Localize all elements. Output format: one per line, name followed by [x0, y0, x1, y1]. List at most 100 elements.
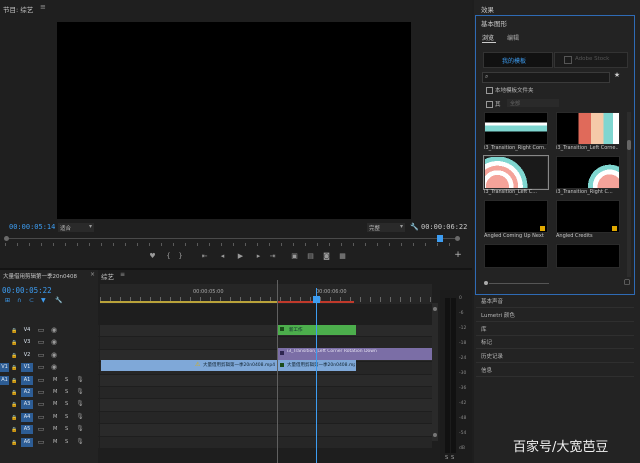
mute-button[interactable]: M	[53, 389, 57, 395]
track-target-a6[interactable]: A6	[21, 437, 33, 447]
track-target-v4[interactable]: V4	[21, 326, 33, 335]
other-checkbox[interactable]	[486, 101, 493, 108]
template-search-input[interactable]: ⌕	[482, 72, 610, 83]
timeline-close-icon[interactable]: ×	[90, 271, 95, 278]
linked-icon[interactable]: ⊂	[29, 297, 34, 304]
template-thumbnail[interactable]	[556, 156, 620, 189]
timeline-vertical-scrollbar[interactable]	[432, 303, 438, 441]
transition-clip[interactable]: i3_Transition_Left Corner Rotation Down	[277, 348, 432, 360]
microphone-icon[interactable]: 🎙	[76, 376, 84, 384]
timeline-playhead-line[interactable]	[316, 288, 317, 463]
sync-lock-icon[interactable]: ▭	[37, 351, 45, 359]
lock-icon[interactable]: 🔒	[11, 401, 18, 409]
track-target-a3[interactable]: A3	[21, 400, 33, 410]
microphone-icon[interactable]: 🎙	[76, 438, 84, 446]
track-target-a5[interactable]: A5	[21, 425, 33, 435]
template-grid-scrollbar[interactable]	[627, 112, 631, 277]
side-panel-item[interactable]: 基本声音	[481, 297, 503, 305]
solo-button[interactable]: S	[65, 389, 68, 395]
side-panel-item[interactable]: 历史记录	[481, 352, 503, 360]
timeline-ruler[interactable]: 00:00:05:00 00:00:06:00	[100, 284, 432, 304]
mute-button[interactable]: M	[53, 377, 57, 383]
template-thumbnail[interactable]	[556, 200, 620, 233]
solo-button[interactable]: S	[65, 439, 68, 445]
solo-button[interactable]: S	[65, 377, 68, 383]
adobe-stock-button[interactable]: Adobe Stock	[554, 52, 628, 68]
audio-track-row[interactable]	[100, 387, 432, 399]
tab-edit[interactable]: 编辑	[507, 33, 519, 42]
play-icon[interactable]: ▶	[236, 252, 245, 260]
lock-icon[interactable]: 🔒	[11, 352, 18, 360]
settings-wrench-icon[interactable]: 🔧	[55, 297, 62, 304]
eye-icon[interactable]: ◉	[50, 338, 58, 346]
lock-icon[interactable]: 🔒	[11, 377, 18, 385]
track-target-a4[interactable]: A4	[21, 412, 33, 422]
side-panel-item[interactable]: 库	[481, 325, 487, 333]
template-thumbnail[interactable]	[483, 155, 549, 190]
local-templates-checkbox[interactable]	[486, 87, 493, 94]
slider-handle[interactable]	[484, 281, 488, 285]
side-panel-item[interactable]: Lumetri 颜色	[481, 311, 515, 319]
solo-left-label[interactable]: S	[445, 455, 448, 461]
essential-graphics-title[interactable]: 基本图形	[481, 18, 507, 28]
solo-button[interactable]: S	[65, 426, 68, 432]
work-area-bar[interactable]	[100, 301, 278, 303]
wrench-icon[interactable]: 🔧	[410, 223, 419, 231]
program-monitor-menu-icon[interactable]: ≡	[40, 3, 46, 11]
sync-lock-icon[interactable]: ▭	[37, 400, 45, 408]
solo-right-label[interactable]: S	[451, 455, 454, 461]
video-track-row[interactable]	[100, 325, 432, 337]
effects-panel-title[interactable]: 效果	[481, 4, 494, 14]
scrubber-playhead[interactable]	[437, 235, 443, 242]
sync-lock-icon[interactable]: ▭	[37, 338, 45, 346]
go-to-in-icon[interactable]: ⇤	[200, 252, 209, 260]
solo-button[interactable]: S	[65, 414, 68, 420]
my-templates-button[interactable]: 我的模板	[483, 52, 553, 68]
lock-icon[interactable]: 🔒	[11, 389, 18, 397]
monitor-scrubber[interactable]	[4, 235, 460, 242]
thumbnail-size-slider[interactable]	[484, 281, 614, 285]
template-thumbnail[interactable]	[484, 112, 548, 145]
lift-icon[interactable]: ▣	[290, 252, 299, 260]
mute-button[interactable]: M	[53, 414, 57, 420]
audio-track-row[interactable]	[100, 399, 432, 411]
new-layer-icon[interactable]: ▢	[623, 278, 631, 286]
sync-lock-icon[interactable]: ▭	[37, 363, 45, 371]
export-frame-icon[interactable]: ◙	[322, 252, 331, 260]
snap-icon[interactable]: ∩	[17, 297, 21, 304]
nest-icon[interactable]: ⊞	[5, 297, 10, 304]
timeline-tab[interactable]: 综艺	[101, 271, 114, 281]
track-target-v3[interactable]: V3	[21, 338, 33, 347]
category-dropdown[interactable]: 全部	[507, 99, 559, 107]
side-panel-item[interactable]: 标记	[481, 338, 492, 346]
compare-icon[interactable]: ▦	[338, 252, 347, 260]
step-back-icon[interactable]: ◂	[218, 252, 227, 260]
solo-button[interactable]: S	[65, 401, 68, 407]
sync-lock-icon[interactable]: ▭	[37, 425, 45, 433]
eye-icon[interactable]: ◉	[50, 363, 58, 371]
sync-lock-icon[interactable]: ▭	[37, 438, 45, 446]
program-monitor-title[interactable]: 节目: 综艺	[3, 4, 33, 14]
go-to-out-icon[interactable]: ⇥	[268, 252, 277, 260]
source-patch[interactable]: V1	[0, 363, 9, 373]
side-panel-item[interactable]: 信息	[481, 366, 492, 374]
sync-lock-icon[interactable]: ▭	[37, 376, 45, 384]
source-patch[interactable]: A1	[0, 375, 9, 385]
timeline-timecode[interactable]: 00:00:05:22	[2, 286, 52, 295]
video-clip-a[interactable]: ⚠ 大量借用剪辑第一季20n0408.mp4	[101, 360, 277, 371]
track-target-a2[interactable]: A2	[21, 388, 33, 397]
template-thumbnail[interactable]	[556, 112, 620, 145]
track-target-v2[interactable]: V2	[21, 351, 33, 360]
track-target-v1[interactable]: V1	[21, 363, 33, 373]
favorites-star-icon[interactable]: ★	[613, 71, 621, 79]
lock-icon[interactable]: 🔒	[11, 339, 18, 347]
microphone-icon[interactable]: 🎙	[76, 413, 84, 421]
quality-dropdown[interactable]: 完整 ▾	[367, 223, 405, 232]
lock-icon[interactable]: 🔒	[11, 364, 18, 372]
track-target-a1[interactable]: A1	[21, 375, 33, 385]
eye-icon[interactable]: ◉	[50, 351, 58, 359]
timeline-menu-icon[interactable]: ≡	[120, 271, 125, 278]
lock-icon[interactable]: 🔒	[11, 439, 18, 447]
sync-lock-icon[interactable]: ▭	[37, 413, 45, 421]
tab-browse[interactable]: 浏览	[482, 33, 496, 43]
